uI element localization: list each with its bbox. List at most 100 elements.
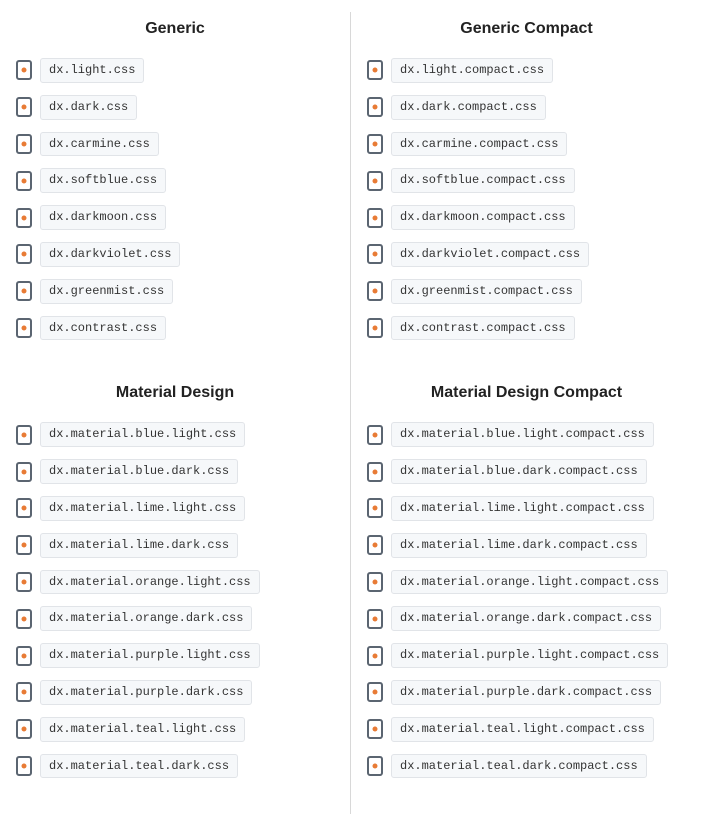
file-label: dx.carmine.compact.css (391, 132, 567, 157)
file-row: dx.material.teal.light.css (16, 717, 334, 742)
css-file-icon (16, 498, 32, 518)
file-label: dx.material.blue.dark.css (40, 459, 238, 484)
file-row: dx.material.teal.dark.css (16, 754, 334, 779)
file-row: dx.material.lime.dark.css (16, 533, 334, 558)
css-file-icon (367, 719, 383, 739)
file-label: dx.darkmoon.compact.css (391, 205, 575, 230)
file-row: dx.dark.css (16, 95, 334, 120)
css-file-icon (367, 60, 383, 80)
css-file-icon (16, 171, 32, 191)
css-file-icon (367, 134, 383, 154)
file-label: dx.dark.css (40, 95, 137, 120)
css-file-icon (16, 281, 32, 301)
file-row: dx.light.css (16, 58, 334, 83)
file-label: dx.softblue.compact.css (391, 168, 575, 193)
file-label: dx.material.teal.dark.compact.css (391, 754, 647, 779)
file-row: dx.material.orange.dark.compact.css (367, 606, 686, 631)
file-label: dx.material.blue.light.compact.css (391, 422, 654, 447)
file-row: dx.material.blue.light.css (16, 422, 334, 447)
css-file-icon (367, 425, 383, 445)
file-label: dx.light.compact.css (391, 58, 553, 83)
css-file-icon (16, 97, 32, 117)
file-row: dx.darkmoon.compact.css (367, 205, 686, 230)
file-row: dx.softblue.css (16, 168, 334, 193)
file-label: dx.contrast.css (40, 316, 166, 341)
file-label: dx.material.lime.dark.css (40, 533, 238, 558)
file-label: dx.material.orange.dark.css (40, 606, 252, 631)
file-label: dx.material.lime.light.css (40, 496, 245, 521)
file-row: dx.material.blue.light.compact.css (367, 422, 686, 447)
css-file-icon (16, 609, 32, 629)
file-label: dx.material.lime.dark.compact.css (391, 533, 647, 558)
css-file-icon (367, 535, 383, 555)
css-file-icon (16, 535, 32, 555)
file-label: dx.material.teal.light.css (40, 717, 245, 742)
section-material-design-compact: Material Design Compact dx.material.blue… (351, 376, 702, 814)
file-row: dx.material.purple.light.compact.css (367, 643, 686, 668)
css-file-icon (16, 244, 32, 264)
sections-grid: Generic dx.light.css dx.dark.css dx.carm… (0, 12, 702, 814)
css-file-icon (367, 318, 383, 338)
section-title: Material Design Compact (367, 384, 686, 402)
file-row: dx.darkviolet.css (16, 242, 334, 267)
file-row: dx.material.lime.light.compact.css (367, 496, 686, 521)
css-file-icon (16, 425, 32, 445)
file-label: dx.material.orange.dark.compact.css (391, 606, 661, 631)
css-file-icon (367, 682, 383, 702)
css-file-icon (367, 244, 383, 264)
css-file-icon (367, 646, 383, 666)
section-generic-compact: Generic Compact dx.light.compact.css dx.… (351, 12, 702, 376)
css-file-icon (367, 97, 383, 117)
file-label: dx.carmine.css (40, 132, 159, 157)
file-label: dx.darkviolet.compact.css (391, 242, 589, 267)
css-file-icon (16, 756, 32, 776)
file-label: dx.material.blue.light.css (40, 422, 245, 447)
css-file-icon (16, 134, 32, 154)
section-generic: Generic dx.light.css dx.dark.css dx.carm… (0, 12, 351, 376)
file-row: dx.material.lime.dark.compact.css (367, 533, 686, 558)
file-row: dx.greenmist.css (16, 279, 334, 304)
file-label: dx.dark.compact.css (391, 95, 546, 120)
file-row: dx.material.teal.light.compact.css (367, 717, 686, 742)
css-file-icon (16, 719, 32, 739)
css-file-icon (16, 646, 32, 666)
css-file-icon (367, 609, 383, 629)
file-row: dx.material.orange.light.css (16, 570, 334, 595)
css-file-icon (16, 462, 32, 482)
css-file-icon (367, 572, 383, 592)
section-title: Generic Compact (367, 20, 686, 38)
file-row: dx.material.blue.dark.css (16, 459, 334, 484)
file-row: dx.material.teal.dark.compact.css (367, 754, 686, 779)
file-label: dx.darkmoon.css (40, 205, 166, 230)
file-label: dx.material.orange.light.compact.css (391, 570, 668, 595)
file-row: dx.darkviolet.compact.css (367, 242, 686, 267)
file-label: dx.material.orange.light.css (40, 570, 260, 595)
file-row: dx.material.purple.dark.css (16, 680, 334, 705)
file-row: dx.contrast.css (16, 316, 334, 341)
css-file-icon (367, 281, 383, 301)
file-label: dx.material.teal.light.compact.css (391, 717, 654, 742)
file-row: dx.darkmoon.css (16, 205, 334, 230)
css-file-icon (367, 208, 383, 228)
file-row: dx.material.orange.light.compact.css (367, 570, 686, 595)
section-title: Generic (16, 20, 334, 38)
file-label: dx.material.purple.dark.css (40, 680, 252, 705)
file-row: dx.dark.compact.css (367, 95, 686, 120)
file-row: dx.carmine.css (16, 132, 334, 157)
css-file-icon (367, 462, 383, 482)
file-row: dx.greenmist.compact.css (367, 279, 686, 304)
section-material-design: Material Design dx.material.blue.light.c… (0, 376, 351, 814)
file-row: dx.contrast.compact.css (367, 316, 686, 341)
file-row: dx.material.purple.dark.compact.css (367, 680, 686, 705)
file-label: dx.material.teal.dark.css (40, 754, 238, 779)
css-file-icon (367, 171, 383, 191)
file-label: dx.material.purple.light.css (40, 643, 260, 668)
file-row: dx.light.compact.css (367, 58, 686, 83)
file-label: dx.darkviolet.css (40, 242, 180, 267)
css-file-icon (16, 682, 32, 702)
css-file-icon (367, 498, 383, 518)
file-row: dx.material.lime.light.css (16, 496, 334, 521)
file-row: dx.material.blue.dark.compact.css (367, 459, 686, 484)
css-file-icon (367, 756, 383, 776)
section-title: Material Design (16, 384, 334, 402)
